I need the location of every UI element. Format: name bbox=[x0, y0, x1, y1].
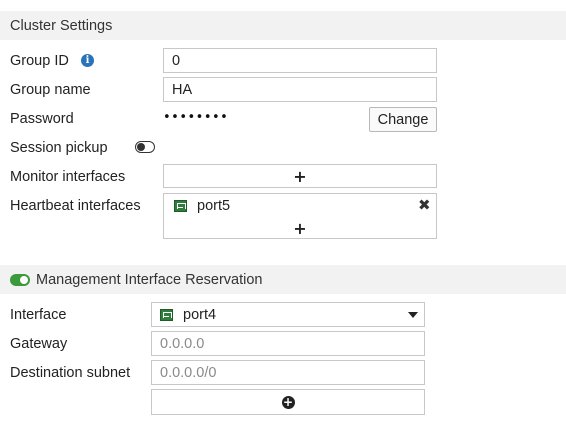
toggle-knob bbox=[137, 142, 145, 151]
chevron-down-icon bbox=[408, 312, 418, 318]
group-id-input[interactable]: 0 bbox=[163, 48, 437, 73]
session-pickup-toggle[interactable] bbox=[135, 141, 155, 153]
password-label: Password bbox=[10, 111, 74, 127]
port-icon bbox=[174, 200, 187, 212]
management-reservation-toggle[interactable] bbox=[10, 273, 30, 286]
gateway-label: Gateway bbox=[10, 336, 68, 352]
plus-circle-icon: + bbox=[281, 394, 295, 409]
toggle-knob bbox=[20, 275, 28, 284]
session-pickup-label: Session pickup bbox=[10, 140, 108, 156]
plus-icon: + bbox=[293, 218, 307, 238]
info-icon[interactable]: i bbox=[81, 54, 94, 67]
heartbeat-item-label: port5 bbox=[197, 198, 231, 214]
gateway-input[interactable]: 0.0.0.0 bbox=[151, 331, 425, 356]
heartbeat-interfaces-label: Heartbeat interfaces bbox=[10, 198, 141, 214]
interface-label: Interface bbox=[10, 307, 67, 323]
management-interface-title: Management Interface Reservation bbox=[36, 271, 263, 288]
group-name-input[interactable]: HA bbox=[163, 77, 437, 102]
heartbeat-interfaces-box[interactable]: port5 ✖ + bbox=[163, 193, 437, 239]
password-field[interactable]: •••••••• bbox=[163, 109, 228, 127]
interface-select-value: port4 bbox=[183, 306, 217, 323]
add-entry-button[interactable]: + bbox=[151, 389, 425, 415]
heartbeat-item: port5 bbox=[174, 198, 230, 214]
plus-icon: + bbox=[293, 166, 307, 186]
group-id-label: Group ID bbox=[10, 53, 69, 69]
close-icon[interactable]: ✖ bbox=[418, 196, 431, 214]
monitor-interfaces-label: Monitor interfaces bbox=[10, 169, 126, 185]
group-name-label: Group name bbox=[10, 82, 91, 98]
monitor-interfaces-add[interactable]: + bbox=[163, 164, 437, 188]
change-password-button[interactable]: Change bbox=[369, 107, 437, 132]
cluster-settings-header: Cluster Settings bbox=[0, 11, 566, 40]
port-icon bbox=[160, 308, 173, 321]
heartbeat-add-button[interactable]: + bbox=[164, 218, 436, 238]
destination-subnet-label: Destination subnet bbox=[10, 365, 131, 381]
interface-select[interactable]: port4 bbox=[151, 302, 425, 327]
cluster-settings-title: Cluster Settings bbox=[10, 17, 113, 34]
management-interface-header: Management Interface Reservation bbox=[0, 265, 566, 294]
destination-subnet-input[interactable]: 0.0.0.0/0 bbox=[151, 360, 425, 385]
